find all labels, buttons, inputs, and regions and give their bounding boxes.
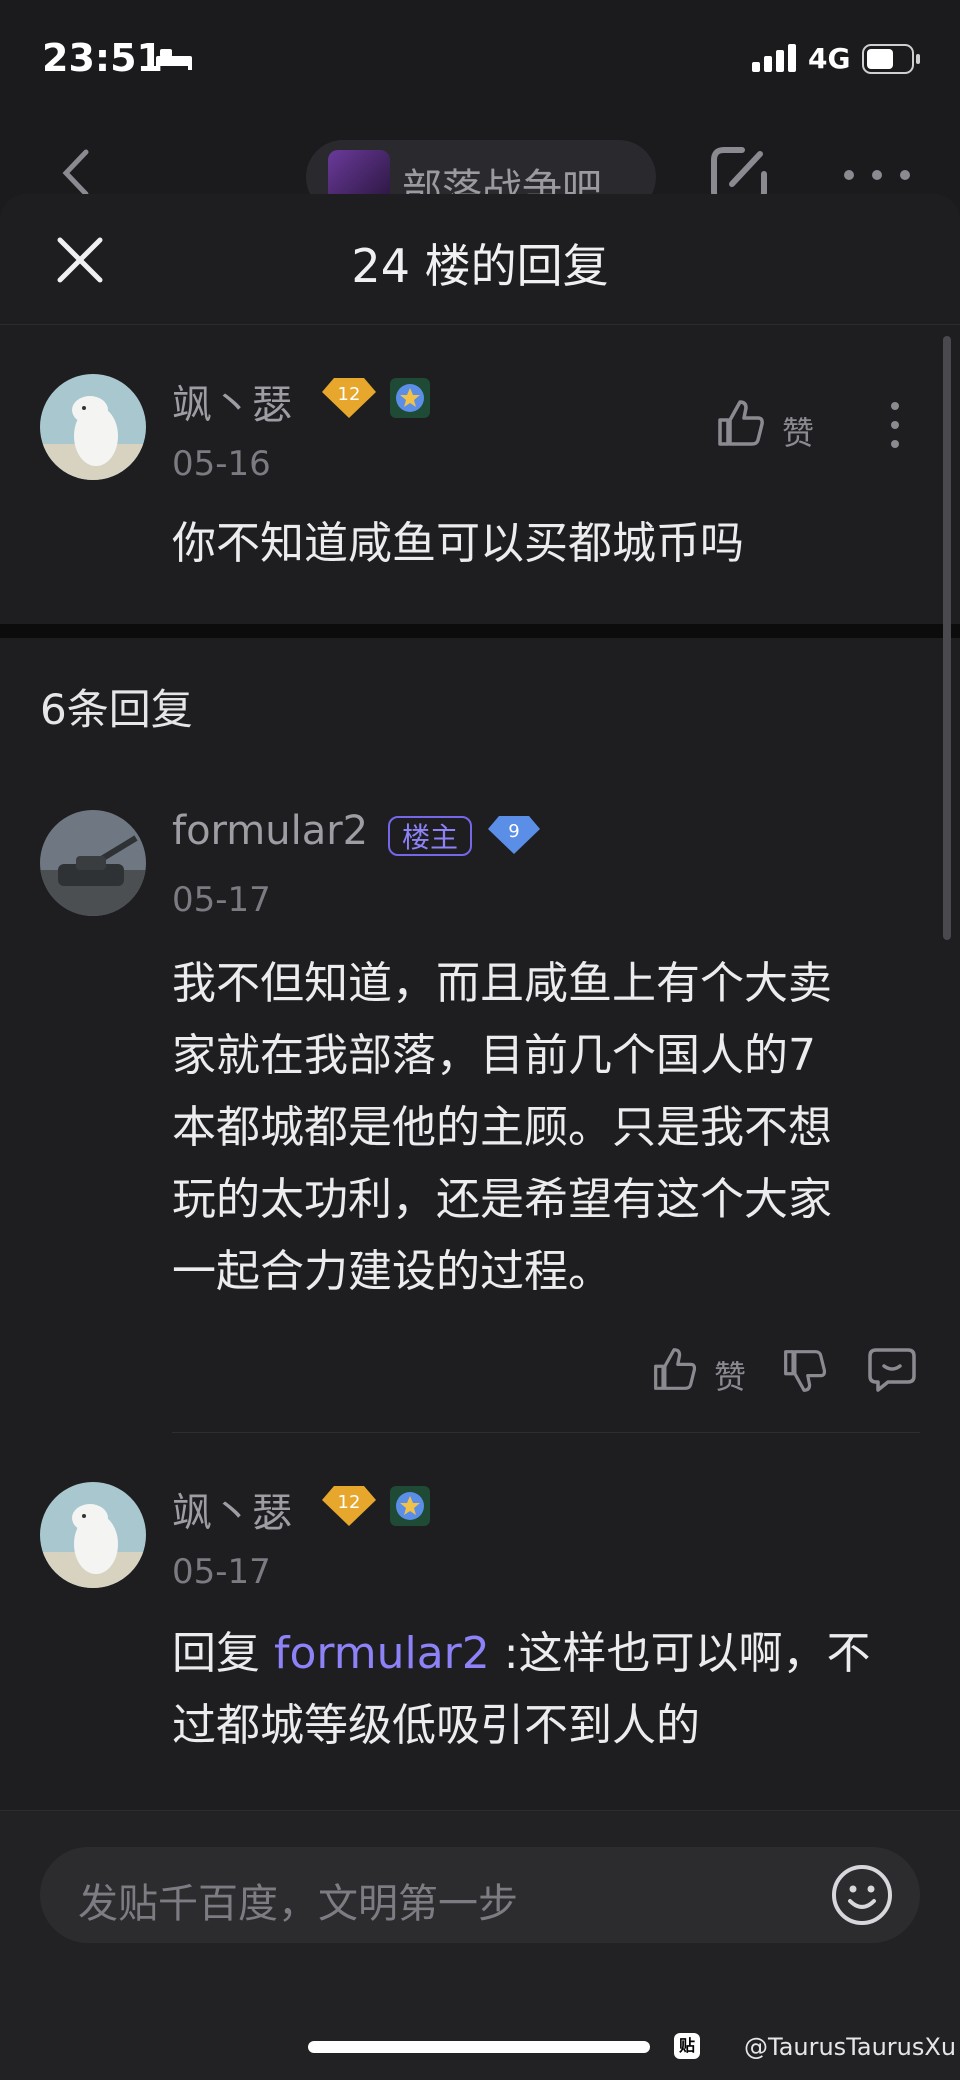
reply-input[interactable]: 发贴千百度，文明第一步: [40, 1847, 920, 1943]
more-icon[interactable]: [842, 168, 912, 182]
svg-text:9: 9: [508, 821, 519, 842]
username[interactable]: 飒丶瑟: [172, 372, 292, 430]
mention-link[interactable]: formular2: [274, 1628, 490, 1679]
status-bar: 23:51 4G: [0, 0, 960, 110]
sheet-header: 24 楼的回复: [0, 194, 960, 325]
username[interactable]: formular2: [172, 808, 368, 854]
avatar[interactable]: [40, 1482, 146, 1588]
reply-line: 玩的太功利，还是希望有这个大家: [172, 1174, 832, 1225]
level-badge-icon: 9: [488, 816, 540, 854]
reply-line: 一起合力建设的过程。: [172, 1246, 612, 1297]
back-icon[interactable]: [60, 148, 90, 198]
avatar[interactable]: [40, 374, 146, 480]
level-badge-icon: 12: [322, 1486, 376, 1526]
post-content: 你不知道咸鱼可以买都城币吗: [172, 518, 744, 569]
reply-line: 过都城等级低吸引不到人的: [172, 1700, 700, 1751]
watermark: @TaurusTaurusXu: [744, 2033, 957, 2061]
battery-icon: [862, 44, 920, 74]
comment-icon[interactable]: [868, 1346, 916, 1392]
thumbs-down-icon[interactable]: [782, 1348, 828, 1394]
reply-content: 回复 formular2 :这样也可以啊，不 过都城等级低吸引不到人的: [172, 1618, 871, 1762]
op-badge: 楼主: [388, 816, 472, 856]
reply-prefix: 回复: [172, 1628, 260, 1679]
like-label[interactable]: 赞: [782, 408, 814, 454]
reply-line: 本都城都是他的主顾。只是我不想: [172, 1102, 832, 1153]
background-nav: 部落战争吧: [0, 120, 960, 214]
reply-line: 我不但知道，而且咸鱼上有个大卖: [172, 958, 832, 1009]
reply-divider: [172, 1432, 920, 1433]
reply-date: 05-17: [172, 880, 271, 920]
tank-avatar-image: [40, 810, 146, 916]
reply-line: 家就在我部落，目前几个国人的7: [172, 1030, 816, 1081]
moomin-avatar-image: [40, 1482, 146, 1588]
thumbs-up-icon[interactable]: [716, 398, 766, 448]
medal-icon: [390, 1486, 430, 1526]
input-placeholder: 发贴千百度，文明第一步: [78, 1881, 518, 1927]
sheet-title: 24 楼的回复: [351, 239, 609, 293]
reply-count: 6条回复: [40, 685, 193, 734]
like-label[interactable]: 赞: [714, 1352, 746, 1398]
avatar[interactable]: [40, 810, 146, 916]
moomin-avatar-image: [40, 374, 146, 480]
post-date: 05-16: [172, 444, 271, 484]
reply-line: 回复 formular2 :这样也可以啊，不: [172, 1618, 871, 1690]
level-badge-icon: 12: [322, 378, 376, 418]
signal-icon: [752, 44, 796, 72]
emoji-icon[interactable]: [830, 1863, 894, 1927]
username[interactable]: 飒丶瑟: [172, 1480, 292, 1538]
reply-date: 05-17: [172, 1552, 271, 1592]
svg-text:12: 12: [338, 384, 361, 405]
more-vertical-icon[interactable]: [888, 400, 902, 450]
reply-content: 我不但知道，而且咸鱼上有个大卖 家就在我部落，目前几个国人的7 本都城都是他的主…: [172, 948, 832, 1308]
thumbs-up-icon[interactable]: [652, 1346, 698, 1392]
sleep-icon: [156, 49, 192, 70]
scrollbar[interactable]: [943, 336, 951, 940]
reply-text: :这样也可以啊，不: [489, 1628, 871, 1679]
tieba-logo-icon: 贴: [674, 2033, 700, 2059]
status-time: 23:51: [42, 36, 163, 80]
home-indicator[interactable]: [308, 2041, 650, 2053]
network-type: 4G: [808, 42, 851, 75]
svg-text:12: 12: [338, 1492, 361, 1513]
section-divider: [0, 624, 960, 638]
composer-bar: 发贴千百度，文明第一步 贴 @TaurusTaurusXu: [0, 1810, 960, 2080]
medal-icon: [390, 378, 430, 418]
